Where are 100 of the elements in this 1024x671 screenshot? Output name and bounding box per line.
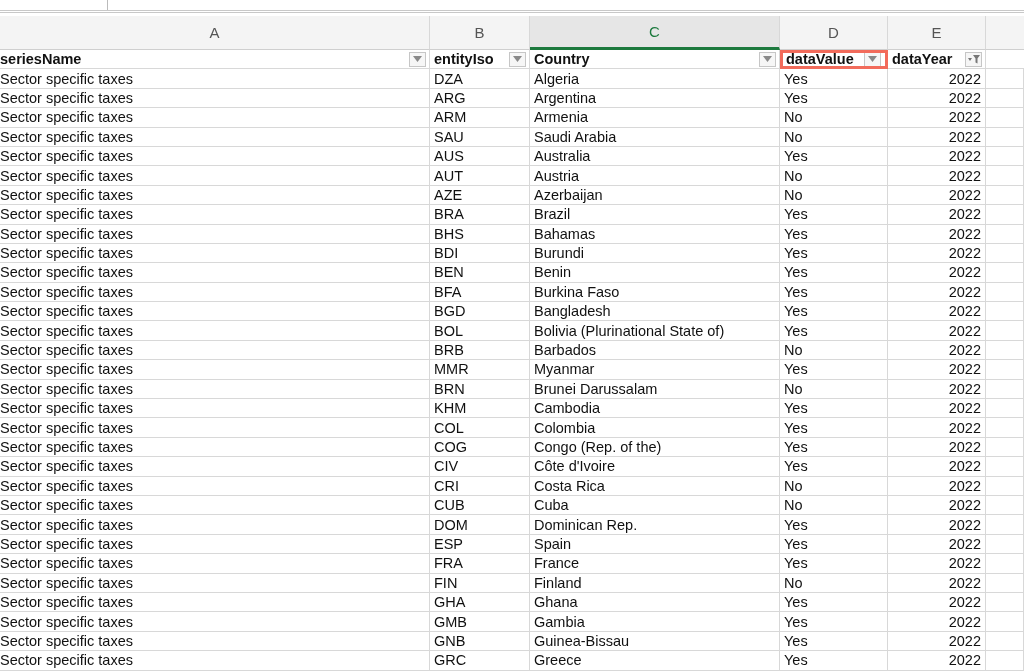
table-cell: Côte d'Ivoire [530,457,780,477]
table-cell: CUB [430,496,530,516]
table-cell: Sector specific taxes [0,166,430,186]
table-cell: Myanmar [530,360,780,380]
filter-button[interactable] [965,51,982,67]
filter-button[interactable] [759,51,776,67]
empty-cell [986,612,1024,632]
empty-cell [986,534,1024,555]
column-header[interactable]: E [888,16,986,50]
table-cell: 2022 [888,476,986,496]
empty-cell [986,224,1024,244]
table-cell: Sector specific taxes [0,88,430,109]
table-cell: Sector specific taxes [0,457,430,477]
filter-button[interactable] [864,51,881,67]
table-cell: 2022 [888,146,986,167]
table-cell: ARM [430,108,530,128]
table-cell: BGD [430,302,530,322]
table-cell: GRC [430,651,530,671]
table-cell: Sector specific taxes [0,496,430,516]
table-cell: Yes [780,437,888,458]
table-cell: 2022 [888,282,986,303]
table-cell: Burundi [530,243,780,264]
empty-cell [986,166,1024,186]
header-label: entityIso [433,51,494,68]
table-cell: Sector specific taxes [0,360,430,380]
table-cell: DOM [430,515,530,535]
table-cell: BEN [430,263,530,283]
table-cell: 2022 [888,263,986,283]
table-cell: No [780,573,888,593]
table-cell: FRA [430,554,530,574]
column-header[interactable]: C [530,16,780,50]
table-cell: Yes [780,360,888,380]
header-label: Country [533,51,590,68]
table-cell: Bahamas [530,224,780,244]
table-cell: Yes [780,457,888,477]
table-cell: CIV [430,457,530,477]
filter-button[interactable] [409,51,426,67]
table-cell: Sector specific taxes [0,321,430,341]
dropdown-arrow-icon [868,56,877,63]
table-cell: 2022 [888,340,986,361]
table-cell: No [780,108,888,128]
table-cell: Saudi Arabia [530,127,780,147]
table-cell: COL [430,418,530,438]
table-cell: Sector specific taxes [0,476,430,496]
table-cell: No [780,476,888,496]
table-cell: GHA [430,592,530,613]
table-cell: No [780,185,888,206]
table-cell: Yes [780,399,888,419]
table-cell: BRN [430,379,530,400]
empty-cell [986,69,1024,89]
table-cell: 2022 [888,205,986,225]
table-cell: Sector specific taxes [0,651,430,671]
dropdown-arrow-icon [513,56,522,63]
table-cell: Spain [530,534,780,555]
table-cell: 2022 [888,651,986,671]
table-cell: Bangladesh [530,302,780,322]
table-cell: AUT [430,166,530,186]
table-cell: 2022 [888,88,986,109]
table-cell: Congo (Rep. of the) [530,437,780,458]
table-cell: Sector specific taxes [0,379,430,400]
empty-cell [986,88,1024,109]
table-cell: Bolivia (Plurinational State of) [530,321,780,341]
empty-cell [986,379,1024,400]
table-cell: Sector specific taxes [0,108,430,128]
table-cell: Yes [780,534,888,555]
table-cell: Australia [530,146,780,167]
empty-cell [986,205,1024,225]
table-cell: 2022 [888,496,986,516]
table-cell: Yes [780,651,888,671]
table-cell: FIN [430,573,530,593]
empty-cell [986,573,1024,593]
empty-cell [986,243,1024,264]
column-header[interactable]: A [0,16,430,50]
table-cell: No [780,496,888,516]
table-cell: 2022 [888,573,986,593]
table-cell: 2022 [888,224,986,244]
table-cell: AZE [430,185,530,206]
table-cell: Gambia [530,612,780,632]
table-cell: Sector specific taxes [0,399,430,419]
table-cell: Yes [780,243,888,264]
header-label: dataYear [891,51,953,68]
table-cell: Sector specific taxes [0,243,430,264]
column-header[interactable]: D [780,16,888,50]
table-cell: Yes [780,418,888,438]
table-cell: 2022 [888,108,986,128]
empty-cell [986,437,1024,458]
table-cell: Sector specific taxes [0,224,430,244]
table-cell: ARG [430,88,530,109]
empty-cell [986,282,1024,303]
table-cell: CRI [430,476,530,496]
filter-button[interactable] [509,51,526,67]
table-cell: Yes [780,631,888,652]
table-cell: Sector specific taxes [0,612,430,632]
table-cell: 2022 [888,360,986,380]
table-cell: Algeria [530,69,780,89]
table-cell: BHS [430,224,530,244]
table-cell: Sector specific taxes [0,69,430,89]
column-header[interactable]: B [430,16,530,50]
table-cell: 2022 [888,166,986,186]
table-cell: Sector specific taxes [0,534,430,555]
